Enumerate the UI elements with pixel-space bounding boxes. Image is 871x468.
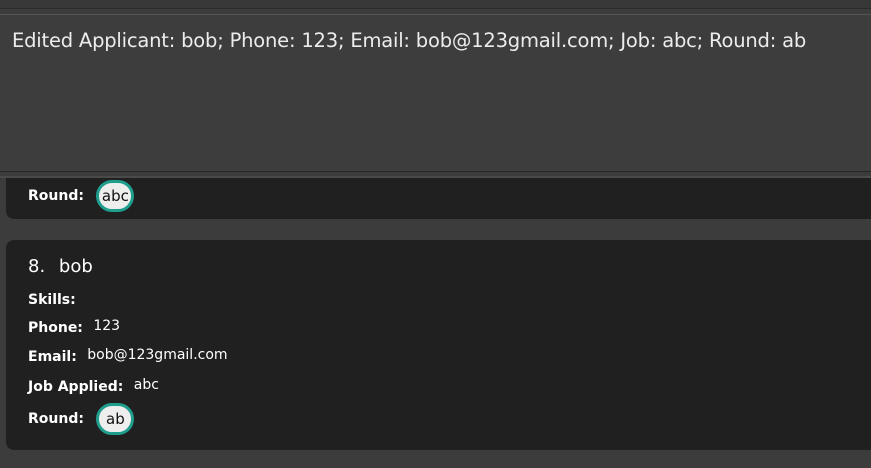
round-tag: ab <box>96 403 135 435</box>
result-message: Edited Applicant: bob; Phone: 123; Email… <box>12 29 807 52</box>
round-tag: abc <box>96 180 135 212</box>
round-row: Round: abc <box>28 180 135 212</box>
phone-label: Phone: <box>28 320 83 336</box>
email-row: Email: bob@123gmail.com <box>28 347 228 365</box>
applicant-list[interactable]: Round: abc 8. bob Skills: Phone: 123 Ema… <box>0 178 871 468</box>
round-row: Round: ab <box>28 403 135 435</box>
job-value: abc <box>133 377 159 393</box>
phone-value: 123 <box>93 318 121 334</box>
result-display: Edited Applicant: bob; Phone: 123; Email… <box>0 14 871 172</box>
job-label: Job Applied: <box>28 379 124 395</box>
round-label: Round: <box>28 411 84 427</box>
applicant-name-row: 8. bob <box>28 256 93 277</box>
skills-label: Skills: <box>28 292 76 308</box>
email-label: Email: <box>28 349 77 365</box>
job-row: Job Applied: abc <box>28 377 159 395</box>
applicant-index: 8. <box>28 256 46 277</box>
window-top-bar <box>0 0 871 9</box>
phone-row: Phone: 123 <box>28 318 121 336</box>
applicant-card[interactable]: Round: abc <box>6 178 871 219</box>
round-label: Round: <box>28 188 84 204</box>
email-value: bob@123gmail.com <box>87 347 228 363</box>
applicant-card[interactable]: 8. bob Skills: Phone: 123 Email: bob@123… <box>6 240 871 450</box>
applicant-name: bob <box>58 256 93 277</box>
skills-row: Skills: <box>28 292 76 308</box>
